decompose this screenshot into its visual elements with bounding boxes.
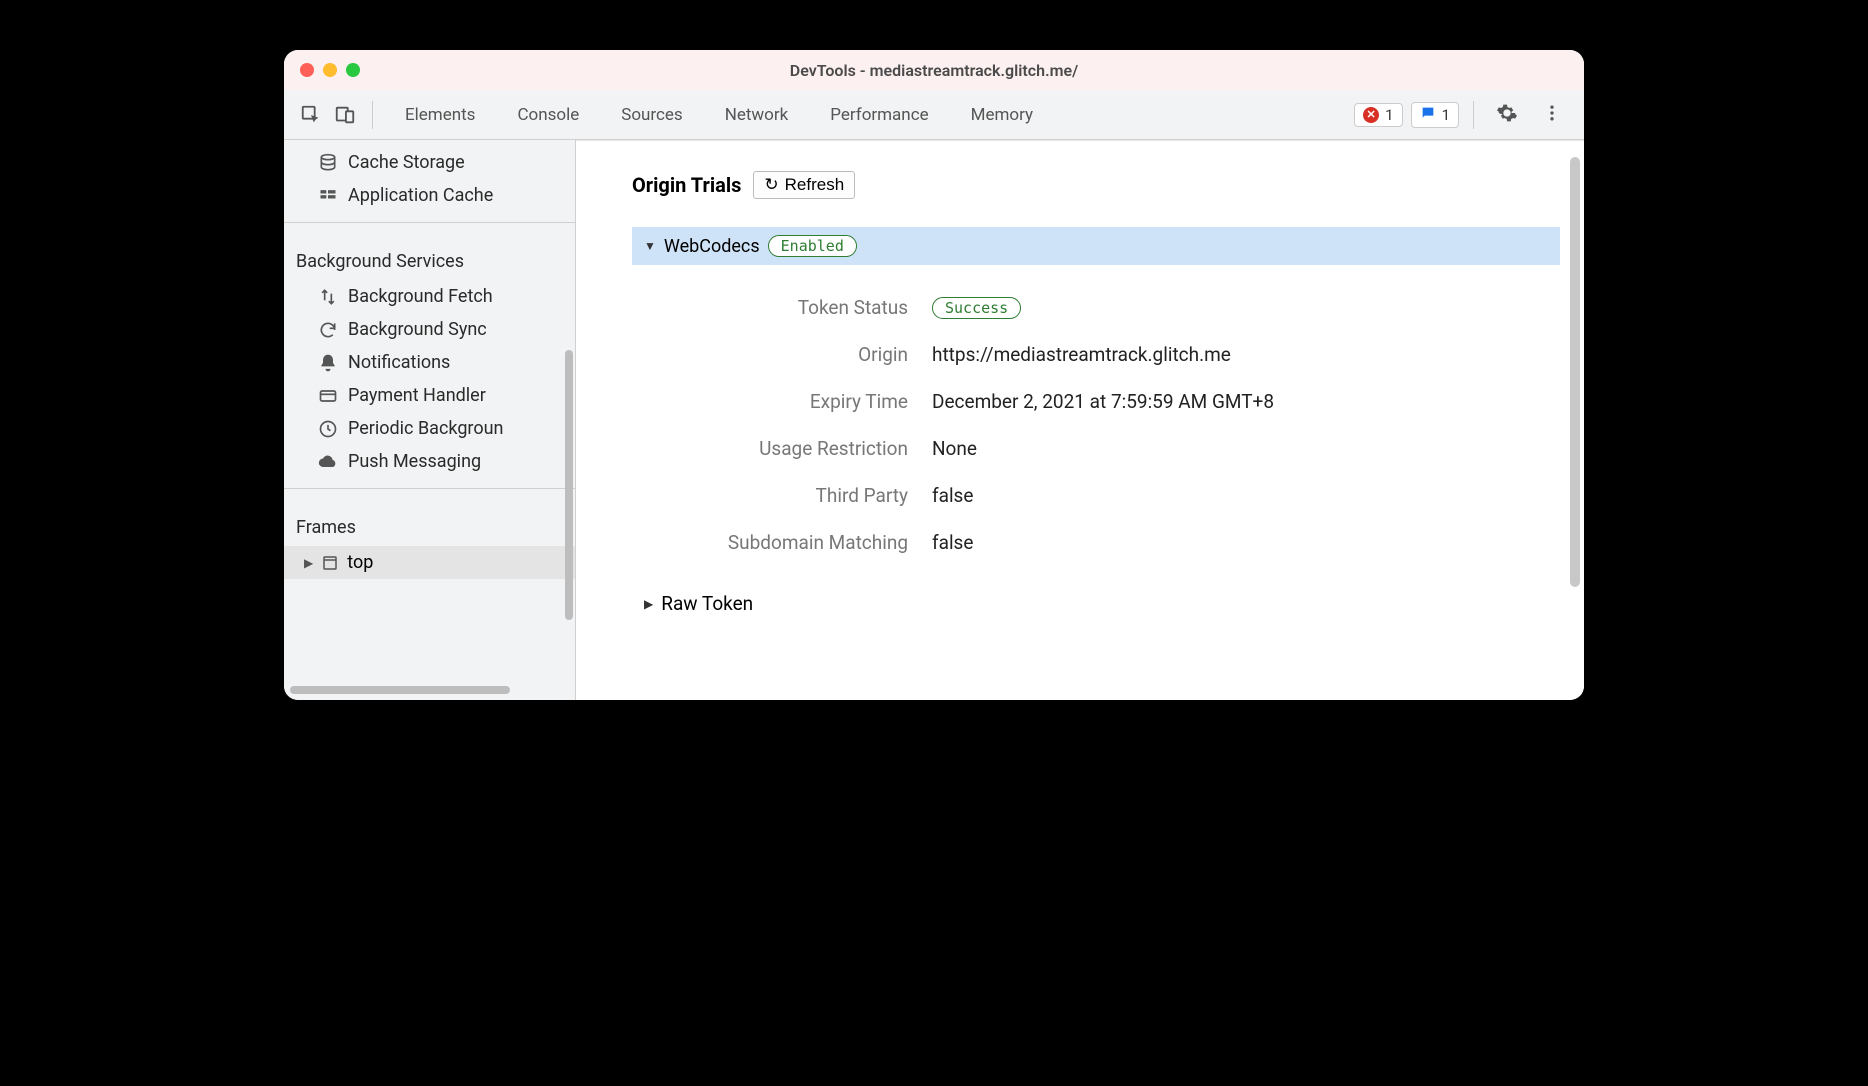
cloud-icon — [318, 452, 338, 472]
expand-triangle-icon: ▶ — [304, 556, 313, 570]
issues-icon — [1420, 105, 1436, 125]
panel-heading: Origin Trials — [632, 173, 741, 197]
label-usage-restriction: Usage Restriction — [632, 437, 932, 460]
label-third-party: Third Party — [632, 484, 932, 507]
sidebar-item-push-messaging[interactable]: Push Messaging — [284, 445, 575, 478]
token-status-badge: Success — [932, 297, 1021, 319]
more-menu-icon[interactable] — [1534, 99, 1570, 131]
bell-icon — [318, 353, 338, 373]
trial-status-badge: Enabled — [768, 235, 857, 257]
label-expiry: Expiry Time — [632, 390, 932, 413]
origin-trials-panel: Origin Trials ↻ Refresh ▼ WebCodecs Enab… — [576, 140, 1584, 700]
sidebar-item-application-cache[interactable]: Application Cache — [284, 179, 575, 212]
toolbar-divider — [372, 101, 373, 129]
sidebar-item-label: Payment Handler — [348, 385, 486, 406]
zoom-window-button[interactable] — [346, 63, 360, 77]
issues-badge[interactable]: 1 — [1411, 102, 1459, 128]
devtools-window: DevTools - mediastreamtrack.glitch.me/ E… — [284, 50, 1584, 700]
close-window-button[interactable] — [300, 63, 314, 77]
trial-details: Token Status Success Origin https://medi… — [632, 283, 1560, 566]
sidebar-heading-background-services: Background Services — [284, 233, 575, 280]
value-third-party: false — [932, 484, 973, 507]
tab-sources[interactable]: Sources — [603, 97, 700, 133]
sidebar-item-cache-storage[interactable]: Cache Storage — [284, 146, 575, 179]
sidebar-item-periodic-background[interactable]: Periodic Backgroun — [284, 412, 575, 445]
sidebar-item-background-sync[interactable]: Background Sync — [284, 313, 575, 346]
tab-memory[interactable]: Memory — [953, 97, 1051, 133]
sidebar-item-payment-handler[interactable]: Payment Handler — [284, 379, 575, 412]
sidebar-item-label: Background Sync — [348, 319, 487, 340]
frame-icon — [321, 554, 339, 572]
sync-icon — [318, 320, 338, 340]
raw-token-label: Raw Token — [661, 592, 753, 615]
tab-performance[interactable]: Performance — [812, 97, 946, 133]
toolbar-divider-2 — [1473, 101, 1474, 129]
clock-icon — [318, 419, 338, 439]
frame-label: top — [347, 552, 373, 573]
issues-count: 1 — [1442, 106, 1450, 124]
collapse-triangle-icon: ▼ — [644, 239, 656, 253]
grid-icon — [318, 186, 338, 206]
main-vertical-scrollbar[interactable] — [1570, 157, 1580, 587]
value-subdomain-matching: false — [932, 531, 973, 554]
row-usage-restriction: Usage Restriction None — [632, 425, 1560, 472]
raw-token-toggle[interactable]: ▶ Raw Token — [632, 592, 1560, 615]
sidebar-item-label: Cache Storage — [348, 152, 465, 173]
row-subdomain-matching: Subdomain Matching false — [632, 519, 1560, 566]
trial-webcodecs-row[interactable]: ▼ WebCodecs Enabled — [632, 227, 1560, 265]
row-third-party: Third Party false — [632, 472, 1560, 519]
value-origin: https://mediastreamtrack.glitch.me — [932, 343, 1231, 366]
sidebar-item-label: Background Fetch — [348, 286, 493, 307]
error-icon: ✕ — [1363, 107, 1379, 123]
minimize-window-button[interactable] — [323, 63, 337, 77]
window-title: DevTools - mediastreamtrack.glitch.me/ — [790, 61, 1078, 80]
expand-triangle-icon: ▶ — [644, 597, 653, 611]
sidebar-heading-frames: Frames — [284, 499, 575, 546]
row-origin: Origin https://mediastreamtrack.glitch.m… — [632, 331, 1560, 378]
frame-top[interactable]: ▶ top — [284, 546, 575, 579]
sidebar-item-label: Push Messaging — [348, 451, 481, 472]
sidebar-item-notifications[interactable]: Notifications — [284, 346, 575, 379]
sidebar-vertical-scrollbar[interactable] — [565, 350, 573, 620]
inspect-element-icon[interactable] — [298, 102, 324, 128]
value-usage-restriction: None — [932, 437, 977, 460]
tab-network[interactable]: Network — [707, 97, 807, 133]
label-subdomain-matching: Subdomain Matching — [632, 531, 932, 554]
window-titlebar: DevTools - mediastreamtrack.glitch.me/ — [284, 50, 1584, 90]
sidebar-item-label: Notifications — [348, 352, 450, 373]
tab-elements[interactable]: Elements — [387, 97, 493, 133]
sidebar-item-label: Application Cache — [348, 185, 493, 206]
label-origin: Origin — [632, 343, 932, 366]
trial-name: WebCodecs — [664, 236, 760, 257]
row-expiry: Expiry Time December 2, 2021 at 7:59:59 … — [632, 378, 1560, 425]
value-expiry: December 2, 2021 at 7:59:59 AM GMT+8 — [932, 390, 1274, 413]
sidebar-divider — [284, 222, 575, 223]
sidebar-item-background-fetch[interactable]: Background Fetch — [284, 280, 575, 313]
transfer-icon — [318, 287, 338, 307]
database-icon — [318, 153, 338, 173]
devtools-tabs: Elements Console Sources Network Perform… — [387, 97, 1051, 133]
traffic-lights — [300, 63, 360, 77]
application-sidebar: Cache Storage Application Cache Backgrou… — [284, 140, 576, 700]
refresh-button[interactable]: ↻ Refresh — [753, 171, 855, 199]
sidebar-item-label: Periodic Backgroun — [348, 418, 503, 439]
sidebar-horizontal-scrollbar[interactable] — [290, 686, 510, 694]
tab-console[interactable]: Console — [499, 97, 597, 133]
refresh-icon: ↻ — [764, 175, 778, 195]
devtools-toolbar: Elements Console Sources Network Perform… — [284, 90, 1584, 140]
row-token-status: Token Status Success — [632, 283, 1560, 331]
sidebar-divider-2 — [284, 488, 575, 489]
refresh-label: Refresh — [785, 175, 845, 195]
errors-count: 1 — [1385, 106, 1393, 124]
device-toggle-icon[interactable] — [332, 102, 358, 128]
origin-trials-header: Origin Trials ↻ Refresh — [632, 171, 1560, 199]
settings-icon[interactable] — [1488, 98, 1526, 132]
credit-card-icon — [318, 386, 338, 406]
label-token-status: Token Status — [632, 296, 932, 319]
panel-body: Cache Storage Application Cache Backgrou… — [284, 140, 1584, 700]
value-token-status: Success — [932, 295, 1021, 319]
errors-badge[interactable]: ✕ 1 — [1354, 103, 1402, 127]
